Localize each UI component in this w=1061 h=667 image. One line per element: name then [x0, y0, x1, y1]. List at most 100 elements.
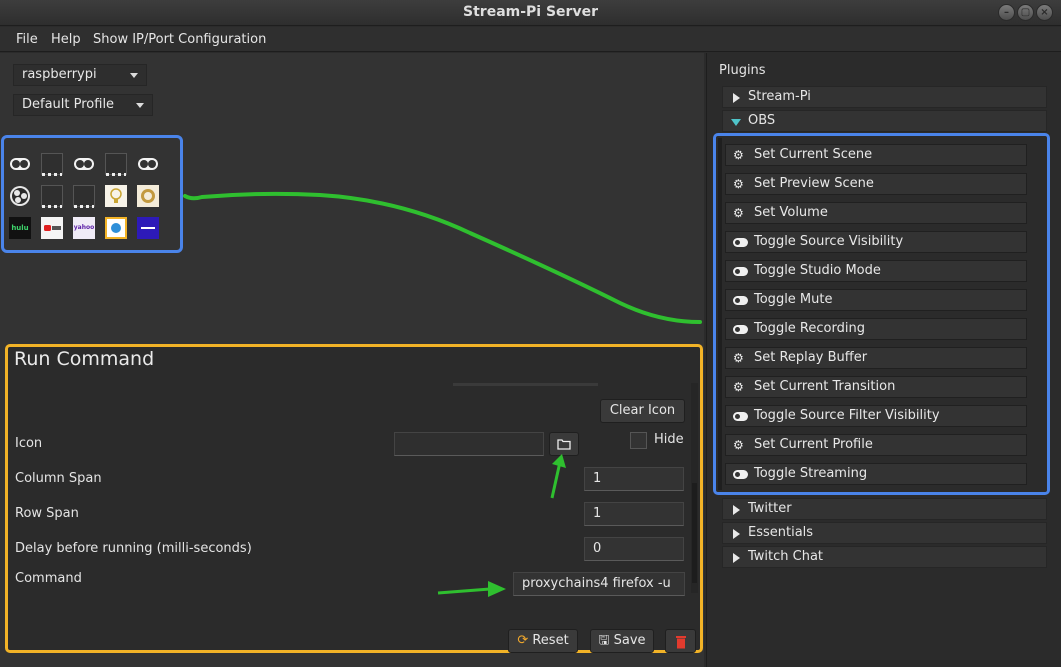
maximize-icon[interactable]: ▢ — [1017, 4, 1034, 21]
blank-icon[interactable] — [41, 185, 63, 208]
blank-icon[interactable] — [105, 153, 127, 176]
obs-action-label: Set Preview Scene — [754, 176, 874, 191]
hscroll-remnant — [453, 383, 598, 386]
category-essentials[interactable]: Essentials — [722, 522, 1047, 544]
weather-icon[interactable] — [105, 217, 127, 239]
plugins-title: Plugins — [719, 63, 766, 78]
command-field[interactable]: proxychains4 firefox -u — [513, 572, 685, 596]
category-obs[interactable]: OBS — [722, 110, 1047, 132]
yahoo-icon[interactable]: yahoo — [73, 217, 95, 239]
icon-label: Icon — [15, 436, 43, 451]
chevron-down-icon — [136, 103, 144, 108]
menu-ip-port-config[interactable]: Show IP/Port Configuration — [93, 32, 266, 47]
obs-action-item[interactable]: Toggle Mute — [725, 289, 1027, 311]
hulu-icon[interactable]: hulu — [9, 217, 31, 239]
window-title: Stream-Pi Server — [463, 4, 598, 20]
obs-action-label: Set Volume — [754, 205, 828, 220]
annotation-arrow-up — [550, 454, 566, 499]
annotation-arrow-right — [437, 581, 506, 597]
category-label: Twitter — [748, 501, 792, 516]
category-stream-pi[interactable]: Stream-Pi — [722, 86, 1047, 108]
obs-action-label: Toggle Recording — [754, 321, 865, 336]
trash-icon — [675, 636, 686, 649]
profile-select-value: Default Profile — [22, 97, 115, 112]
obs-action-label: Toggle Streaming — [754, 466, 868, 481]
obs-action-label: Toggle Studio Mode — [754, 263, 881, 278]
obs-action-item[interactable]: ⚙ Set Current Profile — [725, 434, 1027, 456]
title-bar: Stream-Pi Server – ▢ × — [0, 0, 1061, 26]
menu-file[interactable]: File — [16, 32, 38, 47]
row-span-field[interactable]: 1 — [584, 502, 684, 526]
gears-icon: ⚙ — [733, 380, 744, 394]
toggle-icon — [733, 296, 748, 305]
row-span-label: Row Span — [15, 506, 79, 521]
blank-icon[interactable] — [41, 153, 63, 176]
client-select[interactable]: raspberrypi — [13, 64, 147, 86]
gears-icon: ⚙ — [733, 177, 744, 191]
menu-bar: File Help Show IP/Port Configuration — [0, 27, 1061, 52]
gears-icon: ⚙ — [733, 438, 744, 452]
badge-icon[interactable] — [137, 185, 159, 207]
category-label: OBS — [748, 113, 776, 128]
reset-button[interactable]: ⟳ Reset — [508, 629, 578, 653]
reset-label: Reset — [532, 633, 569, 648]
obs-action-item[interactable]: ⚙ Set Volume — [725, 202, 1027, 224]
action-properties-panel: Run Command Clear Icon Icon Hide Column … — [5, 344, 703, 653]
action-grid: hulu yahoo — [1, 135, 183, 253]
obs-action-item[interactable]: ⚙ Set Current Transition — [725, 376, 1027, 398]
blank-icon[interactable] — [73, 185, 95, 208]
menu-help[interactable]: Help — [51, 32, 81, 47]
toggle-icon — [733, 325, 748, 334]
client-select-value: raspberrypi — [22, 67, 97, 82]
category-label: Essentials — [748, 525, 814, 540]
youtube-icon[interactable] — [41, 217, 63, 239]
toggle-icon[interactable] — [9, 153, 31, 175]
delete-button[interactable] — [665, 629, 696, 653]
profile-select[interactable]: Default Profile — [13, 94, 153, 116]
folder-icon — [557, 439, 571, 450]
blue-app-icon[interactable] — [137, 217, 159, 239]
expand-arrow-icon — [733, 553, 740, 563]
save-label: Save — [613, 633, 646, 648]
obs-action-label: Toggle Mute — [754, 292, 833, 307]
collapse-arrow-icon — [731, 119, 741, 126]
obs-action-label: Toggle Source Filter Visibility — [754, 408, 940, 423]
hide-label: Hide — [654, 432, 684, 447]
minimize-icon[interactable]: – — [998, 4, 1015, 21]
toggle-icon — [733, 470, 748, 479]
category-label: Twitch Chat — [748, 549, 824, 564]
expand-arrow-icon — [733, 93, 740, 103]
hide-checkbox[interactable] — [630, 432, 647, 449]
gears-icon: ⚙ — [733, 351, 744, 365]
icon-path-field[interactable] — [394, 432, 544, 456]
obs-action-item[interactable]: Toggle Source Filter Visibility — [725, 405, 1027, 427]
refresh-icon: ⟳ — [517, 633, 529, 648]
column-span-field[interactable]: 1 — [584, 467, 684, 491]
obs-action-item[interactable]: Toggle Studio Mode — [725, 260, 1027, 282]
category-twitch-chat[interactable]: Twitch Chat — [722, 546, 1047, 568]
close-icon[interactable]: × — [1036, 4, 1053, 21]
obs-action-item[interactable]: Toggle Streaming — [725, 463, 1027, 485]
obs-icon[interactable] — [9, 185, 31, 207]
save-button[interactable]: 🖫 Save — [590, 629, 654, 653]
category-label: Stream-Pi — [748, 89, 811, 104]
clear-icon-button[interactable]: Clear Icon — [600, 399, 685, 423]
toggle-icon[interactable] — [137, 153, 159, 175]
chevron-down-icon — [130, 73, 138, 78]
toggle-icon — [733, 238, 748, 247]
expand-arrow-icon — [733, 529, 740, 539]
properties-scrollbar[interactable] — [691, 383, 698, 593]
plugins-pane: Plugins Stream-Pi OBS ⚙ Set Current Scene… — [706, 53, 1061, 667]
lightbulb-icon[interactable] — [105, 185, 127, 207]
delay-field[interactable]: 0 — [584, 537, 684, 561]
category-twitter[interactable]: Twitter — [722, 498, 1047, 520]
obs-action-item[interactable]: Toggle Recording — [725, 318, 1027, 340]
properties-title: Run Command — [14, 348, 155, 370]
expand-arrow-icon — [733, 505, 740, 515]
column-span-label: Column Span — [15, 471, 102, 486]
toggle-icon[interactable] — [73, 153, 95, 175]
obs-action-item[interactable]: ⚙ Set Preview Scene — [725, 173, 1027, 195]
obs-action-item[interactable]: ⚙ Set Replay Buffer — [725, 347, 1027, 369]
obs-action-item[interactable]: Toggle Source Visibility — [725, 231, 1027, 253]
obs-action-item[interactable]: ⚙ Set Current Scene — [725, 144, 1027, 166]
